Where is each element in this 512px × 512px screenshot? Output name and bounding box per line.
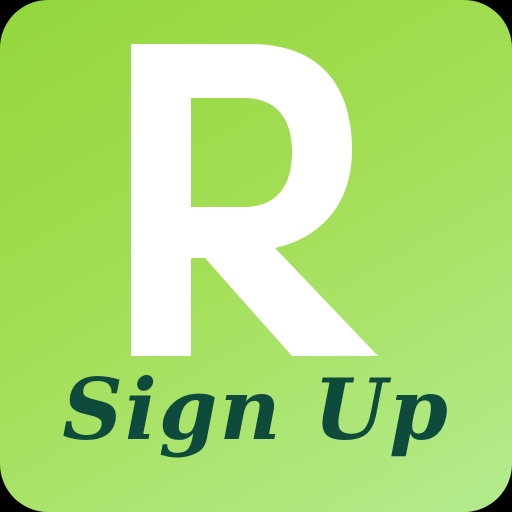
app-icon-tile[interactable]: Sign Up <box>0 0 512 512</box>
sign-up-label[interactable]: Sign Up <box>0 360 512 460</box>
